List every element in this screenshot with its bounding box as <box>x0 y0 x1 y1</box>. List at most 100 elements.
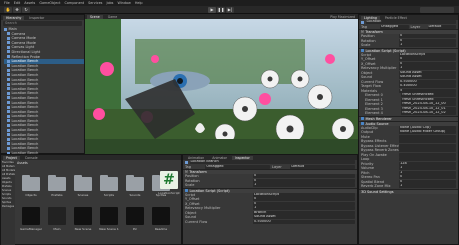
script2-field[interactable]: 0 <box>253 201 355 206</box>
project-asset[interactable]: New Scene 1 <box>97 207 121 231</box>
tag-dropdown-2[interactable]: Untagged <box>205 164 270 169</box>
move-tool-icon[interactable]: ✥ <box>13 7 21 13</box>
script2-field[interactable]: Branch <box>253 210 355 215</box>
audio-field[interactable] <box>399 157 456 162</box>
play-button[interactable]: ▶ <box>208 7 216 13</box>
script2-field[interactable]: 0.500000 <box>253 219 355 224</box>
audio-field[interactable]: None (Audio Clip) <box>399 125 456 130</box>
tab-inspector-main[interactable]: Inspector <box>231 156 253 160</box>
rotate-tool-icon[interactable]: ↻ <box>22 7 30 13</box>
script-field[interactable]: LocationScript <box>399 52 456 57</box>
menu-jobs[interactable]: Jobs <box>106 1 113 5</box>
script-asset[interactable]: # LocationScript <box>157 171 181 195</box>
transform-field[interactable]: 1 <box>399 43 456 48</box>
audio-field[interactable] <box>399 148 456 153</box>
project-folder[interactable]: Scenes <box>71 175 95 197</box>
script-field[interactable]: 5 <box>399 88 456 93</box>
renderer-enabled-checkbox[interactable] <box>361 117 364 120</box>
hierarchy-item-label: Location Bench <box>11 77 39 82</box>
project-folder[interactable]: Sounds <box>123 175 147 197</box>
menu-assets[interactable]: Assets <box>24 1 35 5</box>
step-button[interactable]: ▶| <box>226 7 234 13</box>
menu-services[interactable]: Services <box>88 1 102 5</box>
layer-dropdown[interactable]: Default <box>427 24 456 29</box>
material-element-field[interactable]: fresh_2024-08-10_12_02 <box>401 111 456 116</box>
tag-dropdown[interactable]: Untagged <box>380 24 409 29</box>
hierarchy-search[interactable]: Search <box>3 21 82 26</box>
audio-enabled-checkbox[interactable] <box>361 122 364 125</box>
script-enabled-checkbox[interactable] <box>361 49 364 52</box>
hierarchy-item-label: Camera Mode <box>11 40 36 45</box>
pause-button[interactable]: ❚❚ <box>217 7 225 13</box>
tab-lighting[interactable]: Lighting <box>361 16 380 20</box>
script-field[interactable]: 0.400000 <box>399 84 456 89</box>
object-name-field[interactable]: Location <box>365 20 456 25</box>
transform2-field[interactable]: 0 <box>253 174 355 179</box>
project-asset[interactable]: Readme <box>149 207 173 231</box>
project-folder[interactable]: Prefabs <box>45 175 69 197</box>
scene-view[interactable]: Scene Game Play Maximized <box>85 14 358 154</box>
tab-animator[interactable]: Animator <box>209 156 230 160</box>
menu-component[interactable]: Component <box>64 1 84 5</box>
project-asset[interactable]: GameManager <box>19 207 43 231</box>
menu-file[interactable]: File <box>4 1 10 5</box>
script2-field[interactable]: LocationScript <box>253 192 355 197</box>
gameobject-icon <box>7 91 10 95</box>
audio-field[interactable]: 128 <box>399 161 456 166</box>
audio-field[interactable] <box>399 143 456 148</box>
audio-field[interactable] <box>399 139 456 144</box>
material-element-field[interactable]: fresh_2024-08-10_12_00 <box>401 102 456 107</box>
audio-field[interactable]: 1 <box>399 170 456 175</box>
transform-field[interactable]: 0 <box>399 38 456 43</box>
script2-field[interactable]: 1 <box>253 206 355 211</box>
tab-project[interactable]: Project <box>3 156 20 160</box>
audio-field[interactable]: 1 <box>399 184 456 189</box>
script2-field[interactable]: 0 <box>253 197 355 202</box>
menu-window[interactable]: Window <box>117 1 130 5</box>
material-element-field[interactable]: fresh_2024-08-10_12_01 <box>401 106 456 111</box>
transform2-field[interactable]: 0 <box>253 178 355 183</box>
transform-field[interactable]: 0 <box>399 34 456 39</box>
object-name-field-2[interactable]: Location Branch <box>189 160 355 165</box>
script-field[interactable]: 1 <box>399 66 456 71</box>
hand-tool-icon[interactable]: ✋ <box>4 7 12 13</box>
project-asset[interactable]: New Scene <box>71 207 95 231</box>
sound-settings-header[interactable]: 3D Sound Settings <box>359 188 458 194</box>
layer-dropdown-2[interactable]: Default <box>290 164 355 169</box>
script-enabled-checkbox-2[interactable] <box>185 189 188 192</box>
transform2-field[interactable]: 1 <box>253 183 355 188</box>
audio-field[interactable] <box>399 152 456 157</box>
project-folder[interactable]: Scripts <box>97 175 121 197</box>
folder-label: Prefabs <box>51 193 63 197</box>
tab-inspector[interactable]: Inspector <box>26 16 47 20</box>
project-tree-item[interactable]: Packages <box>1 205 15 209</box>
menu-edit[interactable]: Edit <box>14 1 21 5</box>
project-asset[interactable]: Main <box>45 207 69 231</box>
script-field[interactable]: Sound Asset <box>399 70 456 75</box>
script-field[interactable]: Sound Asset <box>399 75 456 80</box>
script2-field[interactable]: Sound Asset <box>253 215 355 220</box>
gameobject-icon <box>7 64 10 68</box>
material-element-field[interactable]: fresh unrestricted <box>401 93 456 98</box>
audio-label: Stereo Pan <box>361 175 380 180</box>
hierarchy-item-label: Camera <box>11 31 26 36</box>
tab-animation[interactable]: Animation <box>185 156 207 160</box>
audio-field[interactable]: 0 <box>399 175 456 180</box>
gameobject-icon <box>7 41 10 45</box>
material-element-field[interactable]: fresh unrestricted <box>401 97 456 102</box>
audio-field[interactable]: 0 <box>399 179 456 184</box>
audio-field[interactable]: None (Audio Mixer Group) <box>399 130 456 135</box>
menu-help[interactable]: Help <box>135 1 143 5</box>
project-folder[interactable]: Objects <box>19 175 43 197</box>
project-asset[interactable]: Pic <box>123 207 147 231</box>
menu-gameobject[interactable]: GameObject <box>39 1 60 5</box>
tab-hierarchy[interactable]: Hierarchy <box>3 16 25 20</box>
script-field[interactable]: 0 <box>399 57 456 62</box>
audio-field[interactable]: 1 <box>399 166 456 171</box>
layout-dropdown[interactable] <box>420 7 454 13</box>
audio-field[interactable] <box>399 134 456 139</box>
tab-console[interactable]: Console <box>22 156 41 160</box>
script-field[interactable]: 0.500000 <box>399 79 456 84</box>
script-field[interactable]: 0 <box>399 61 456 66</box>
tab-particle-effect[interactable]: Particle Effect <box>382 16 410 20</box>
